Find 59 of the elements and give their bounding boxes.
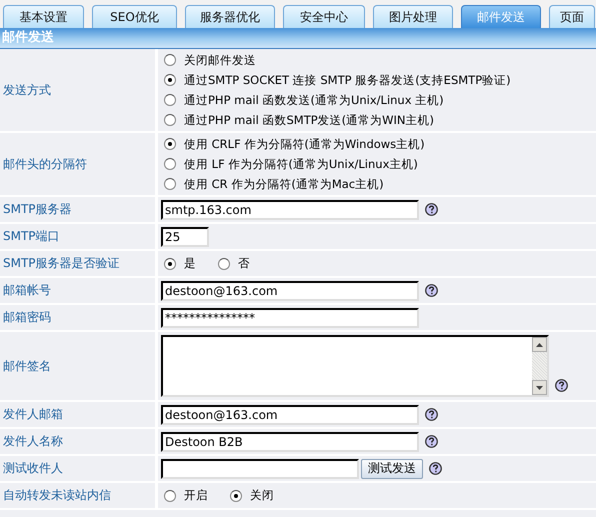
- help-icon[interactable]: [425, 203, 438, 216]
- text-field[interactable]: destoon@163.com: [161, 280, 419, 300]
- option-label: 否: [238, 256, 250, 271]
- option-label: 是: [184, 256, 196, 271]
- field-label: 邮件头的分隔符: [3, 156, 87, 172]
- text-field[interactable]: destoon@163.com: [161, 404, 419, 424]
- field-label: SMTP服务器: [3, 201, 72, 218]
- help-icon[interactable]: [425, 284, 438, 297]
- tab[interactable]: 安全中心: [283, 5, 365, 28]
- radio-button[interactable]: [164, 490, 176, 502]
- text-field[interactable]: Destoon B2B: [161, 432, 419, 452]
- up-arrow-icon: [536, 342, 543, 346]
- option-label: 开启: [184, 488, 208, 503]
- field-label: 邮箱帐号: [3, 282, 51, 299]
- tab[interactable]: 基本设置: [3, 5, 84, 28]
- tab[interactable]: 图片处理: [373, 5, 453, 28]
- radio-button[interactable]: [164, 114, 176, 126]
- option-label: 关闭: [250, 488, 274, 503]
- radio-button[interactable]: [218, 258, 230, 270]
- option-label: 使用 LF 作为分隔符(通常为Unix/Linux主机): [184, 156, 418, 172]
- radio-button[interactable]: [164, 258, 176, 270]
- text-field[interactable]: ***************: [161, 308, 419, 328]
- field-label: 发送方式: [3, 82, 51, 98]
- field-label: 自动转发未读站内信: [3, 487, 111, 504]
- option-label: 通过PHP mail 函数SMTP发送(通常为WIN主机): [184, 112, 434, 128]
- field-label: 邮箱密码: [3, 309, 51, 326]
- help-icon[interactable]: [429, 462, 442, 475]
- down-arrow-icon: [536, 386, 543, 390]
- option-label: 通过SMTP SOCKET 连接 SMTP 服务器发送(支持ESMTP验证): [184, 72, 511, 88]
- help-icon[interactable]: [425, 408, 438, 421]
- radio-button[interactable]: [164, 74, 176, 86]
- tab[interactable]: SEO优化: [92, 5, 177, 28]
- radio-button[interactable]: [164, 158, 176, 170]
- field-label: SMTP服务器是否验证: [3, 255, 120, 272]
- signature-field[interactable]: [161, 335, 549, 397]
- text-field[interactable]: 25: [161, 226, 209, 246]
- help-icon[interactable]: [555, 379, 568, 392]
- option-label: 使用 CRLF 作为分隔符(通常为Windows主机): [184, 136, 425, 152]
- radio-button[interactable]: [164, 138, 176, 150]
- scrollbar[interactable]: [532, 337, 547, 395]
- recipient-field[interactable]: [161, 458, 359, 478]
- radio-button[interactable]: [164, 94, 176, 106]
- radio-button[interactable]: [164, 54, 176, 66]
- option-label: 关闭邮件发送: [184, 52, 256, 68]
- field-label: 邮件签名: [3, 358, 51, 374]
- option-label: 通过PHP mail 函数发送(通常为Unix/Linux 主机): [184, 92, 444, 108]
- option-label: 使用 CR 作为分隔符(通常为Mac主机): [184, 176, 384, 192]
- field-label: 发件人邮箱: [3, 406, 63, 423]
- test-send-button[interactable]: 测试发送: [361, 458, 423, 478]
- field-label: 测试收件人: [3, 460, 63, 477]
- field-label: 发件人名称: [3, 433, 63, 450]
- field-label: SMTP端口: [3, 228, 60, 245]
- radio-button[interactable]: [164, 178, 176, 190]
- tab[interactable]: 页面: [549, 5, 595, 28]
- section-title: 邮件发送: [2, 30, 54, 45]
- tab[interactable]: 服务器优化: [185, 5, 275, 28]
- radio-button[interactable]: [230, 490, 242, 502]
- help-icon[interactable]: [425, 435, 438, 448]
- text-field[interactable]: smtp.163.com: [161, 200, 419, 220]
